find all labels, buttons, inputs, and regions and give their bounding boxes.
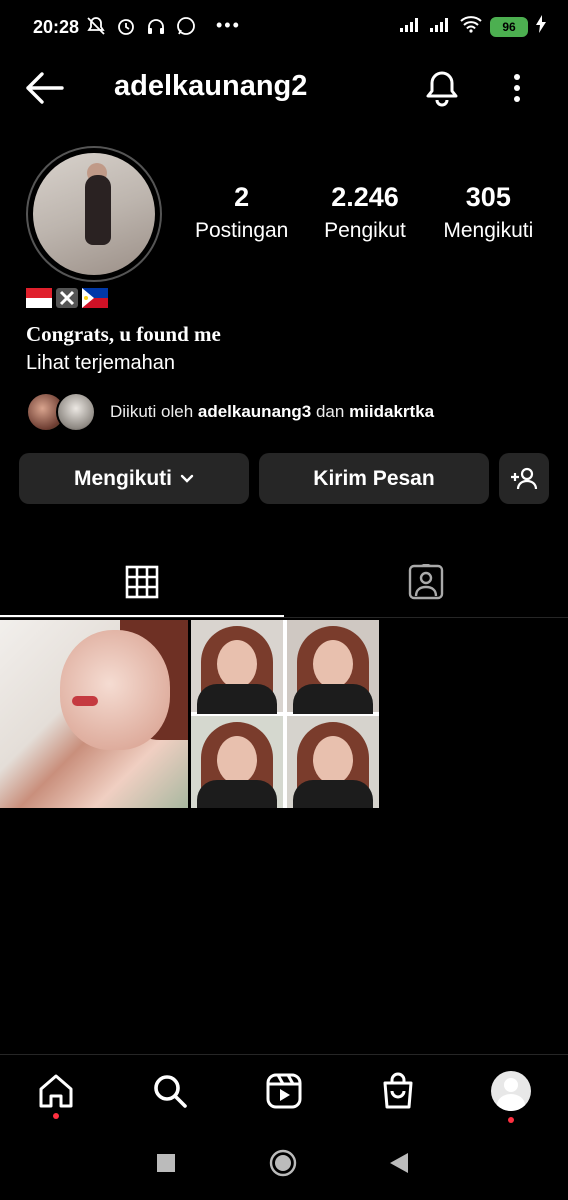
charging-icon [536, 15, 546, 38]
notification-dot [53, 1113, 59, 1119]
tab-posts-grid[interactable] [0, 546, 284, 618]
wifi-icon [460, 15, 482, 38]
followed-by[interactable]: Diikuti oleh adelkaunang3 dan miidakrtka [26, 390, 434, 434]
following-button-label: Mengikuti [74, 466, 172, 490]
stat-following[interactable]: 305 Mengikuti [427, 182, 550, 243]
posts-count: 2 [234, 182, 250, 212]
see-translation-link[interactable]: Lihat terjemahan [26, 352, 175, 375]
status-bar: 20:28 ••• 96 [0, 0, 568, 56]
nav-home[interactable] [32, 1067, 80, 1115]
notification-dot [508, 1117, 514, 1123]
avatar [491, 1071, 531, 1111]
reels-icon [266, 1073, 302, 1109]
mutual-avatars [26, 390, 98, 434]
recents-button[interactable] [151, 1148, 181, 1178]
nav-reels[interactable] [260, 1067, 308, 1115]
signal-icon [430, 16, 452, 37]
mute-icon [86, 16, 106, 36]
profile-avatar[interactable] [26, 146, 162, 282]
signal-icon [400, 16, 422, 37]
mutual-user-1[interactable]: adelkaunang3 [198, 402, 311, 421]
search-icon [154, 1075, 187, 1108]
tagged-user-icon [408, 564, 444, 600]
grid-icon [125, 565, 159, 599]
battery-icon: 96 [490, 16, 528, 37]
alarm-icon [116, 16, 136, 36]
nav-search[interactable] [146, 1067, 194, 1115]
post-thumbnail[interactable] [0, 620, 188, 808]
stat-followers[interactable]: 2.246 Pengikut [303, 182, 426, 243]
following-button[interactable]: Mengikuti [19, 453, 249, 504]
active-tab-indicator [0, 615, 284, 617]
philippines-flag-icon [82, 288, 108, 308]
profile-stats: 2 Postingan 2.246 Pengikut 305 Mengikuti [180, 182, 550, 243]
followed-by-text: Diikuti oleh adelkaunang3 dan miidakrtka [110, 402, 435, 421]
bottom-navigation [0, 1054, 568, 1126]
followers-label: Pengikut [324, 219, 406, 242]
nav-shop[interactable] [374, 1067, 422, 1115]
more-options-button[interactable] [500, 68, 534, 108]
mutual-user-2[interactable]: miidakrtka [349, 402, 434, 421]
arrow-left-icon [26, 72, 64, 104]
square-icon [157, 1154, 175, 1172]
tab-tagged[interactable] [284, 546, 568, 618]
more-vertical-icon [514, 74, 520, 102]
bio-flags [26, 288, 108, 308]
add-user-icon [511, 467, 538, 489]
notifications-button[interactable] [422, 68, 462, 108]
triangle-back-icon [390, 1153, 408, 1173]
home-icon [39, 1074, 73, 1108]
followers-count: 2.246 [331, 182, 399, 212]
following-label: Mengikuti [443, 219, 534, 242]
send-message-button[interactable]: Kirim Pesan [259, 453, 489, 504]
whatsapp-icon [176, 16, 196, 36]
cross-mark-icon [56, 288, 78, 308]
indonesia-flag-icon [26, 288, 52, 308]
status-time: 20:28 [33, 17, 80, 37]
back-button[interactable] [24, 70, 64, 106]
system-navigation-bar [0, 1126, 568, 1200]
nav-profile[interactable] [487, 1067, 535, 1115]
shopping-bag-icon [383, 1072, 413, 1109]
profile-username: adelkaunang2 [114, 70, 308, 102]
post-thumbnail[interactable] [191, 620, 379, 808]
profile-actions: Mengikuti Kirim Pesan [19, 453, 549, 504]
profile-header: adelkaunang2 [0, 56, 568, 120]
avatar-image [33, 153, 155, 275]
home-button[interactable] [268, 1148, 298, 1178]
avatar [56, 392, 96, 432]
suggested-users-button[interactable] [499, 453, 549, 504]
circle-icon [269, 1149, 297, 1177]
bio-text: Congrats, u found me [26, 322, 221, 346]
stat-posts[interactable]: 2 Postingan [180, 182, 303, 243]
back-system-button[interactable] [384, 1148, 414, 1178]
following-count: 305 [465, 182, 511, 212]
chevron-down-icon [180, 474, 194, 483]
bell-icon [426, 71, 458, 107]
headset-icon [146, 16, 166, 36]
profile-tabs [0, 546, 568, 618]
send-message-label: Kirim Pesan [313, 466, 435, 490]
posts-label: Postingan [194, 219, 289, 242]
more-notifications-icon: ••• [216, 15, 241, 35]
